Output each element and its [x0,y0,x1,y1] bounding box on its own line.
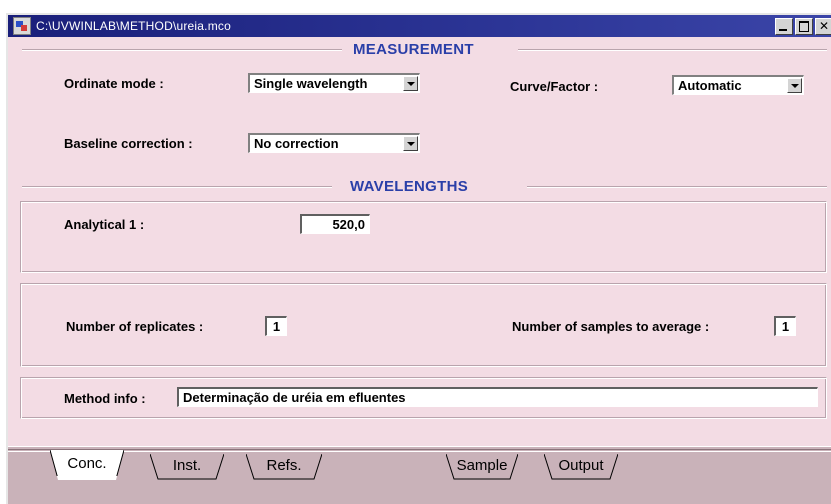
wavelengths-header: WAVELENGTHS [22,178,827,196]
wavelengths-group [20,201,827,273]
ordinate-mode-label: Ordinate mode : [64,76,164,91]
chevron-down-icon[interactable] [787,78,802,93]
title-bar[interactable]: C:\UVWINLAB\METHOD\ureia.mco ✕ [8,15,831,37]
method-window: C:\UVWINLAB\METHOD\ureia.mco ✕ MEASUREME… [6,13,831,504]
app-icon[interactable] [13,17,31,35]
curve-factor-value: Automatic [678,78,742,93]
minimize-icon[interactable] [775,18,793,35]
ordinate-mode-value: Single wavelength [254,76,368,91]
tab-refs[interactable]: Refs. [246,454,322,480]
tab-sample[interactable]: Sample [446,454,518,480]
window-title: C:\UVWINLAB\METHOD\ureia.mco [36,19,231,33]
tab-output[interactable]: Output [544,454,618,480]
tab-inst[interactable]: Inst. [150,454,224,480]
samples-to-average-label: Number of samples to average : [512,319,710,334]
measurement-header: MEASUREMENT [22,41,827,59]
tab-sample-label: Sample [456,457,508,474]
ordinate-mode-select[interactable]: Single wavelength [248,73,420,93]
baseline-correction-label: Baseline correction : [64,136,193,151]
tab-refs-label: Refs. [266,457,302,474]
chevron-down-icon[interactable] [403,136,418,151]
wavelengths-header-label: WAVELENGTHS [344,178,475,195]
method-info-input[interactable]: Determinação de uréia em efluentes [177,387,818,407]
measurement-header-label: MEASUREMENT [347,41,480,58]
tab-strip: Conc. Inst. Refs. Sample Output [8,446,831,504]
analytical-1-input[interactable]: 520,0 [300,214,370,234]
method-info-label: Method info : [64,391,146,406]
analytical-1-label: Analytical 1 : [64,217,145,232]
maximize-icon[interactable] [795,18,813,35]
tab-conc[interactable]: Conc. [50,450,124,480]
curve-factor-label: Curve/Factor : [510,79,599,94]
chevron-down-icon[interactable] [403,76,418,91]
tab-inst-label: Inst. [172,457,202,474]
baseline-correction-value: No correction [254,136,339,151]
baseline-correction-select[interactable]: No correction [248,133,420,153]
close-icon[interactable]: ✕ [815,18,831,35]
tab-output-label: Output [558,457,604,474]
samples-to-average-input[interactable]: 1 [774,316,796,336]
tab-conc-label: Conc. [67,455,107,472]
window-controls: ✕ [775,18,831,35]
replicates-label: Number of replicates : [66,319,204,334]
curve-factor-select[interactable]: Automatic [672,75,804,95]
replicates-input[interactable]: 1 [265,316,287,336]
